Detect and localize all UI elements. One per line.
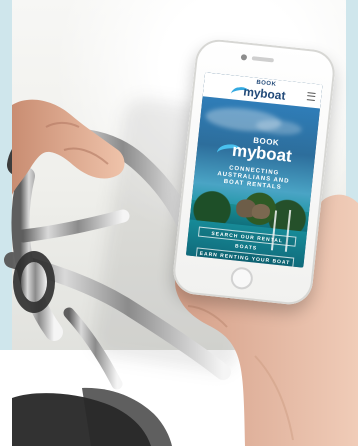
photo-scene: BOOK my boat BOOK my boat CONNECTING AUS… bbox=[0, 0, 358, 446]
phone-device: BOOK my boat BOOK my boat CONNECTING AUS… bbox=[171, 37, 337, 307]
hero-banner: BOOK my boat CONNECTING AUSTRALIANS AND … bbox=[185, 96, 320, 268]
wheel-bottom-spoke bbox=[63, 307, 123, 390]
logo-large-boat-text: boat bbox=[255, 143, 293, 166]
bookmyboat-logo-large: BOOK my boat bbox=[216, 132, 296, 166]
wheel-middle-spoke bbox=[16, 209, 130, 243]
logo-boat-text: boat bbox=[259, 86, 287, 103]
hamburger-menu-icon[interactable] bbox=[306, 92, 316, 101]
bookmyboat-logo-small[interactable]: BOOK my boat bbox=[230, 77, 287, 103]
search-rental-boats-button[interactable]: SEARCH OUR RENTAL BOATS bbox=[197, 226, 297, 252]
lower-dark-shoes bbox=[12, 387, 172, 446]
front-camera-icon bbox=[240, 54, 248, 61]
phone-screen: BOOK my boat BOOK my boat CONNECTING AUS… bbox=[185, 72, 323, 268]
hero-cloud-secondary bbox=[255, 117, 303, 137]
logo-my-text: my bbox=[242, 84, 262, 101]
logo-large-my-text: my bbox=[231, 140, 258, 163]
home-button[interactable] bbox=[229, 266, 254, 291]
wheel-center-cap bbox=[21, 262, 47, 302]
speaker-grille bbox=[251, 56, 274, 63]
